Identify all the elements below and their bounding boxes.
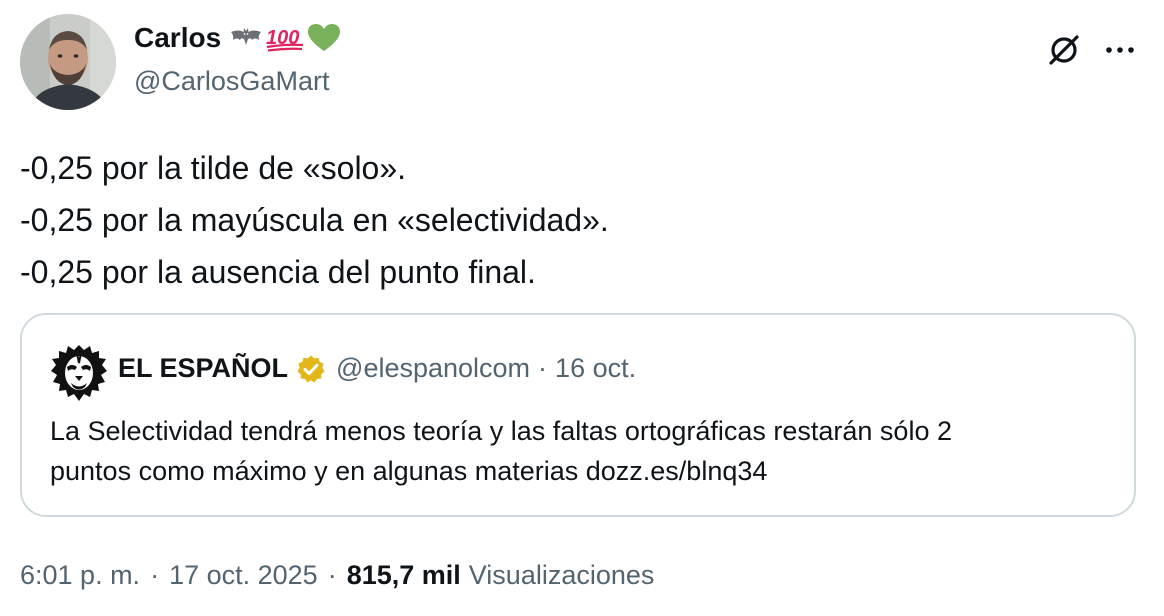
author-name[interactable]: Carlos 100 — [134, 22, 341, 54]
quoted-account-name[interactable]: EL ESPAÑOL — [118, 353, 288, 384]
author-handle[interactable]: @CarlosGaMart — [134, 66, 329, 97]
views-count: 815,7 mil — [346, 560, 461, 590]
quoted-account-lion-logo-icon — [50, 343, 108, 405]
tweet-date[interactable]: 17 oct. 2025 — [169, 560, 318, 591]
author-display-name: Carlos — [134, 22, 222, 53]
tweet-line: -0,25 por la mayúscula en «selectividad»… — [20, 202, 609, 238]
tweet-line: -0,25 por la tilde de «solo». — [20, 150, 407, 186]
quoted-tweet-header: EL ESPAÑOL @elespanolcom · 16 oct. — [118, 353, 636, 384]
more-options-icon[interactable] — [1100, 30, 1140, 70]
tweet-line: -0,25 por la ausencia del punto final. — [20, 254, 536, 290]
tweet-meta: 6:01 p. m. · 17 oct. 2025 · 815,7 mil Vi… — [20, 560, 654, 591]
quoted-tweet-text: La Selectividad tendrá menos teoría y la… — [50, 411, 1110, 491]
avatar-image — [20, 14, 116, 110]
separator-dot: · — [327, 560, 337, 590]
views-label: Visualizaciones — [468, 560, 655, 590]
author-emojis: 100 — [229, 23, 341, 53]
quoted-text-line: puntos como máximo y en algunas materias… — [50, 456, 768, 486]
hundred-points-emoji-icon: 100 — [266, 27, 304, 52]
bat-emoji-icon — [231, 28, 262, 45]
quoted-text-line: La Selectividad tendrá menos teoría y la… — [50, 416, 952, 446]
tweet-text: -0,25 por la tilde de «solo». -0,25 por … — [20, 142, 1140, 298]
separator-dot: · — [150, 560, 160, 590]
tweet-time[interactable]: 6:01 p. m. — [20, 560, 140, 591]
grok-icon[interactable] — [1044, 30, 1084, 70]
verified-badge-icon — [297, 355, 325, 382]
quoted-tweet-date: 16 oct. — [555, 353, 637, 383]
author-avatar[interactable] — [20, 14, 116, 110]
green-heart-emoji-icon — [308, 24, 341, 51]
quoted-account-handle: @elespanolcom — [336, 353, 531, 383]
quoted-tweet-card[interactable]: EL ESPAÑOL @elespanolcom · 16 oct. La Se… — [20, 313, 1136, 517]
separator-dot: · — [538, 353, 548, 383]
